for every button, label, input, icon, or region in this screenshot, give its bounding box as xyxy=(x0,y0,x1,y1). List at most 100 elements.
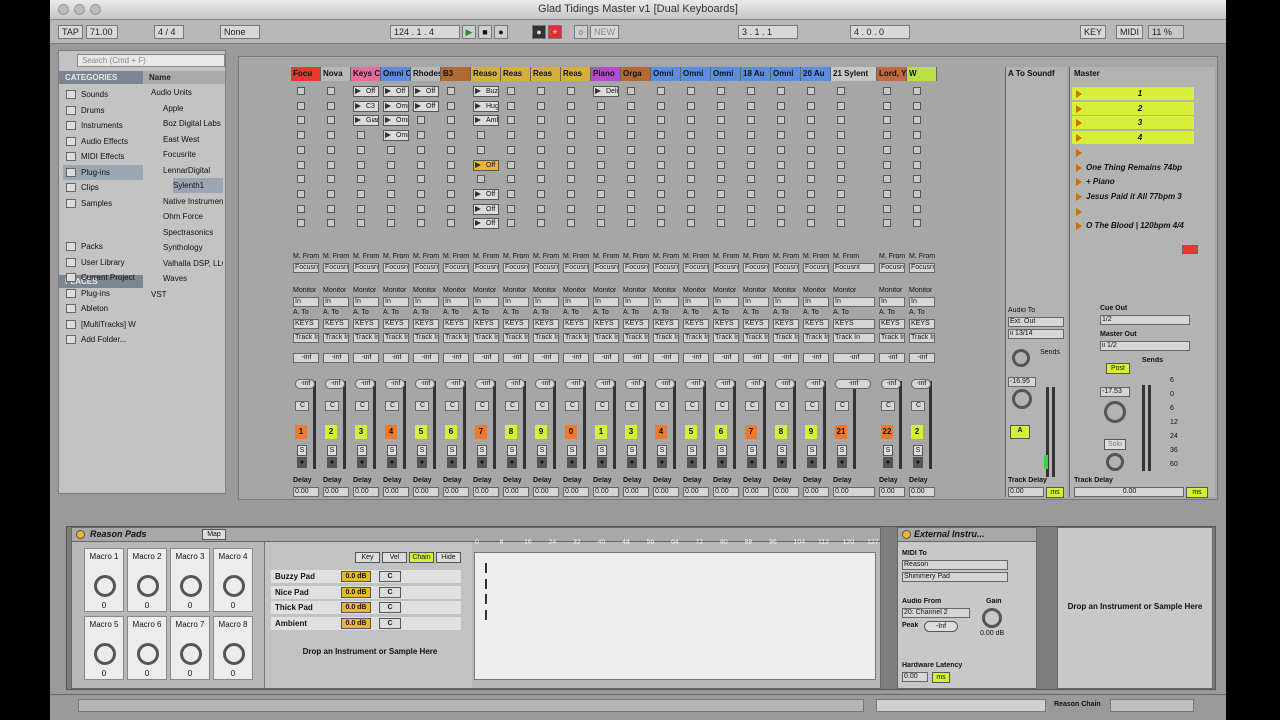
clip-slot[interactable] xyxy=(883,175,891,184)
send-a-field[interactable]: -inf xyxy=(443,353,469,363)
track-header[interactable]: Lord, Yo xyxy=(877,67,907,81)
clip-slot[interactable] xyxy=(883,219,891,228)
clip-slot[interactable] xyxy=(627,145,635,154)
clip-play-icon[interactable] xyxy=(415,88,421,94)
ext-channel-select[interactable]: 20: Channel 2 xyxy=(902,608,970,618)
clip-slot[interactable] xyxy=(657,87,665,95)
clip-slot[interactable] xyxy=(837,131,845,140)
clip-slot[interactable] xyxy=(507,160,515,169)
chain-row[interactable]: Buzzy Pad 0.0 dB C xyxy=(271,570,461,583)
volume-field[interactable]: -inf xyxy=(715,379,735,389)
solo-button[interactable]: S xyxy=(327,445,337,456)
rack-power-icon[interactable] xyxy=(76,530,85,539)
track-header[interactable]: Omni xyxy=(681,67,711,81)
pan-button[interactable]: C xyxy=(445,401,459,411)
key-zone-bar[interactable] xyxy=(485,563,487,573)
input-type-select[interactable]: Focusrit xyxy=(909,263,935,273)
clip-slot[interactable] xyxy=(507,101,515,110)
output-select[interactable]: KEYS xyxy=(879,319,905,329)
clip-slot[interactable] xyxy=(777,189,785,198)
play-button[interactable]: ▶ xyxy=(462,25,476,39)
clip-slot[interactable] xyxy=(357,131,365,140)
solo-button[interactable]: S xyxy=(657,445,667,456)
clip-slot[interactable] xyxy=(747,175,755,184)
track-activator-button[interactable]: 7 xyxy=(745,425,757,439)
output-channel-select[interactable]: Track In xyxy=(563,333,589,343)
monitor-select[interactable]: In xyxy=(563,297,589,307)
solo-button[interactable]: S xyxy=(807,445,817,456)
clip-slot[interactable] xyxy=(837,87,845,95)
clip-slot[interactable] xyxy=(357,175,365,184)
clip[interactable]: C3 xyxy=(353,100,379,112)
send-a-field[interactable]: -inf xyxy=(533,353,559,363)
track-activator-button[interactable]: 21 xyxy=(835,425,847,439)
clip-slot[interactable] xyxy=(537,87,545,95)
return-send-knob[interactable] xyxy=(1012,349,1030,367)
clip-slot[interactable] xyxy=(627,219,635,228)
clip-slot[interactable] xyxy=(777,219,785,228)
clip-slot[interactable] xyxy=(447,219,455,228)
clip-slot[interactable] xyxy=(913,189,921,198)
clip-slot[interactable] xyxy=(477,131,485,140)
loop-length-field[interactable]: 4 . 0 . 0 xyxy=(850,25,910,39)
send-a-field[interactable]: -inf xyxy=(503,353,529,363)
clip-slot[interactable] xyxy=(597,131,605,140)
clip-slot[interactable] xyxy=(657,116,665,125)
output-select[interactable]: KEYS xyxy=(593,319,619,329)
track-activator-button[interactable]: 5 xyxy=(415,425,427,439)
track-activator-button[interactable]: 2 xyxy=(911,425,923,439)
arm-button[interactable]: ● xyxy=(687,457,697,468)
track-delay-field[interactable]: 0.00 xyxy=(909,487,935,497)
clip-slot[interactable] xyxy=(387,145,395,154)
clip-slot[interactable] xyxy=(507,145,515,154)
clip-slot[interactable] xyxy=(687,116,695,125)
scene-launch[interactable]: 4 xyxy=(1072,131,1194,145)
arm-button[interactable]: ● xyxy=(913,457,923,468)
clip-slot[interactable] xyxy=(567,219,575,228)
clip[interactable]: Giant xyxy=(353,115,379,127)
clip-slot[interactable] xyxy=(747,204,755,213)
solo-button[interactable]: S xyxy=(417,445,427,456)
ext-gain-knob[interactable] xyxy=(982,608,1002,628)
output-select[interactable]: KEYS xyxy=(713,319,739,329)
input-type-select[interactable]: Focusrit xyxy=(803,263,829,273)
clip-slot[interactable] xyxy=(687,145,695,154)
clip-slot[interactable] xyxy=(807,175,815,184)
track-header[interactable]: 21 Sylent xyxy=(831,67,877,81)
send-a-field[interactable]: -inf xyxy=(473,353,499,363)
input-type-select[interactable]: Focusrit xyxy=(563,263,589,273)
monitor-select[interactable]: In xyxy=(323,297,349,307)
chain-pan-field[interactable]: C xyxy=(379,602,401,613)
pan-button[interactable]: C xyxy=(505,401,519,411)
midi-map-button[interactable]: MIDI xyxy=(1116,25,1143,39)
clip-slot[interactable] xyxy=(777,116,785,125)
clip-play-icon[interactable] xyxy=(475,88,481,94)
clip-slot[interactable] xyxy=(597,145,605,154)
monitor-select[interactable]: In xyxy=(503,297,529,307)
clip-slot[interactable] xyxy=(717,189,725,198)
scene-launch[interactable]: O The Blood | 120bpm 4/4 xyxy=(1072,219,1194,232)
clip-slot[interactable] xyxy=(357,160,365,169)
clip-slot[interactable] xyxy=(327,189,335,198)
arm-button[interactable]: ● xyxy=(537,457,547,468)
track-activator-button[interactable]: 6 xyxy=(715,425,727,439)
track-header[interactable]: Omni xyxy=(771,67,801,81)
track-header[interactable]: Focu xyxy=(291,67,321,81)
folder-item[interactable]: Focusrite xyxy=(163,147,223,162)
solo-button[interactable]: S xyxy=(387,445,397,456)
scene-play-icon[interactable] xyxy=(1076,148,1082,157)
clip-play-icon[interactable] xyxy=(385,102,391,109)
key-zone-bar[interactable] xyxy=(485,609,487,620)
output-channel-select[interactable]: Track In xyxy=(473,333,499,343)
clip-slot[interactable] xyxy=(297,131,305,140)
clip-slot[interactable] xyxy=(387,189,395,198)
clip[interactable]: Off xyxy=(383,86,409,97)
track-header[interactable]: Keys C xyxy=(351,67,381,81)
folder-item[interactable]: Valhalla DSP, LLC xyxy=(163,256,223,271)
arm-button[interactable]: ● xyxy=(417,457,427,468)
clip-slot[interactable] xyxy=(567,189,575,198)
clip-slot[interactable] xyxy=(913,131,921,140)
clip[interactable]: Off xyxy=(473,159,499,171)
solo-button[interactable]: S xyxy=(357,445,367,456)
chain-volume-field[interactable]: 0.0 dB xyxy=(341,571,371,582)
